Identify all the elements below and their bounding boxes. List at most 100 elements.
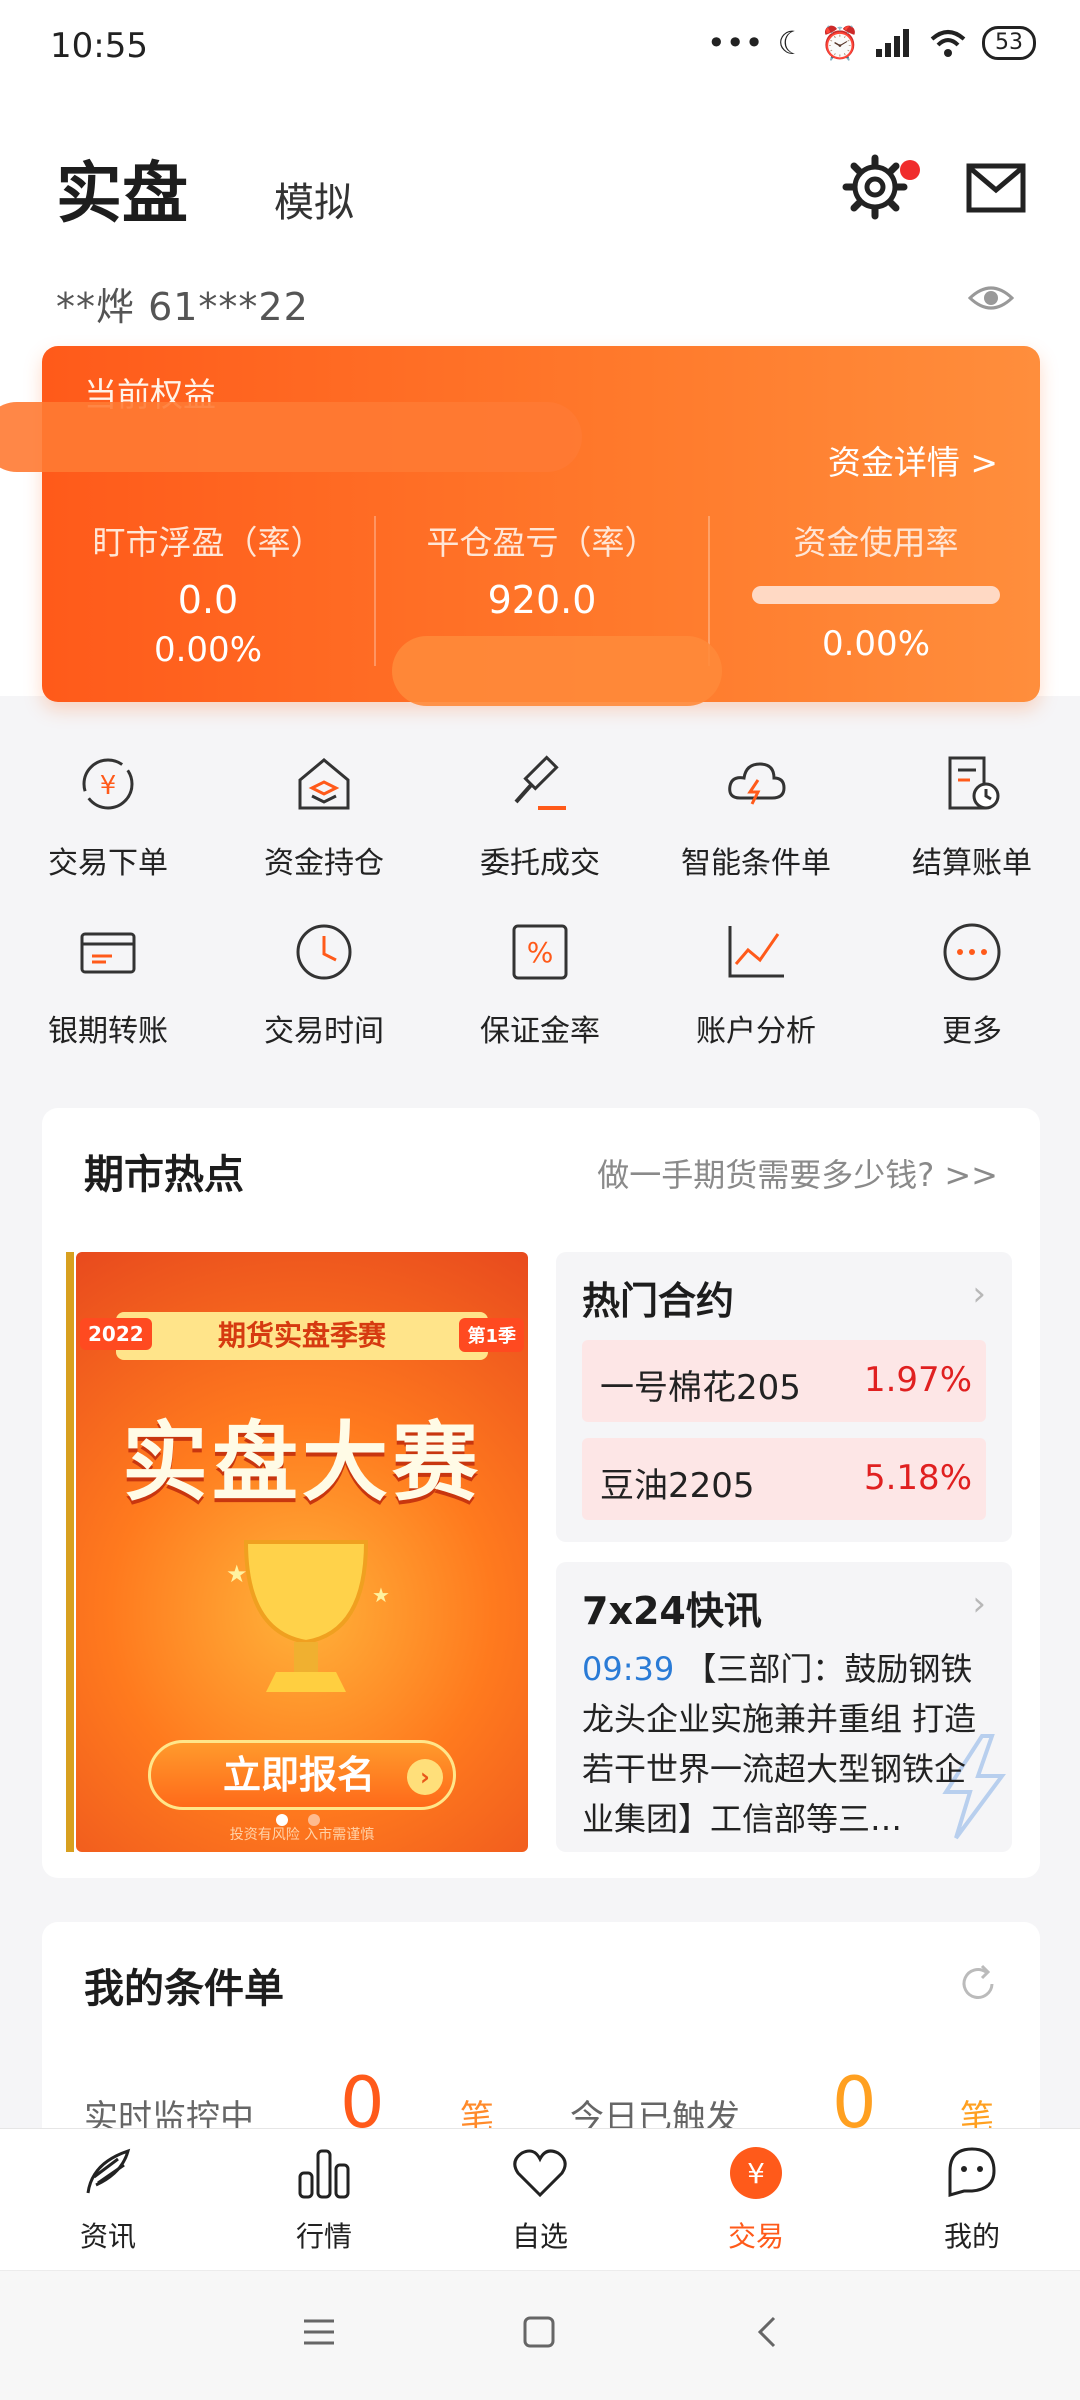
shortcut-more[interactable]: 更多 [864,920,1080,1050]
banner-season-badge: 第1季 [459,1318,524,1352]
bill-clock-icon [948,756,1000,810]
shortcut-label: 更多 [942,1014,1002,1049]
shortcut-label: 交易时间 [264,1014,384,1049]
shortcut-label: 智能条件单 [681,846,831,881]
shortcut-settlement-bill[interactable]: 结算账单 [864,752,1080,882]
battery-indicator: 53 [982,26,1036,60]
banner-prev-edge [66,1252,74,1852]
banner-ribbon: 期货实盘季赛 [116,1312,488,1360]
shortcut-bank-transfer[interactable]: 银期转账 [0,920,216,1050]
close-pnl-value: 920.0 [487,578,597,622]
hot-contracts-title: 热门合约 [582,1279,735,1323]
conditions-title: 我的条件单 [84,1966,284,2012]
news-time: 09:39 [582,1650,675,1688]
refresh-icon[interactable] [956,1962,1000,2006]
nav-profile[interactable]: 我的 [864,2143,1080,2255]
register-label: 立即报名 [223,1753,376,1797]
more-icon [943,923,1001,981]
floating-pnl-rate: 0.00% [153,630,262,670]
shortcut-funds-positions[interactable]: 资金持仓 [216,752,432,882]
shortcut-label: 结算账单 [912,846,1032,881]
bar-chart-icon [298,2149,350,2199]
shortcut-label: 账户分析 [696,1014,816,1049]
percent-icon: % [512,924,568,980]
clock-icon [296,924,352,980]
contract-name: 豆油2205 [600,1466,755,1506]
redaction-scribble [0,402,582,472]
tab-simulated[interactable]: 模拟 [274,170,354,228]
contract-row[interactable]: 豆油2205 5.18% [582,1438,986,1520]
shortcut-label: 交易下单 [48,846,168,881]
redaction-scribble [392,636,722,706]
svg-text:★: ★ [372,1583,390,1607]
nav-label: 我的 [943,2220,1000,2253]
nav-news[interactable]: 资讯 [0,2143,216,2255]
my-conditions-section: 我的条件单 实时监控中 0 笔 今日已触发 0 笔 [42,1922,1040,2162]
nav-trade[interactable]: ¥ 交易 [648,2143,864,2255]
news-flash-body: 09:39 【三部门：鼓励钢铁龙头企业实施兼并重组 打造若干世界一流超大型钢铁企… [582,1644,982,1844]
shortcut-margin-rate[interactable]: % 保证金率 [432,920,648,1050]
home-square-icon[interactable] [522,2315,556,2349]
system-navigation-bar [0,2270,1080,2400]
house-coins-icon [298,758,350,810]
nav-watchlist[interactable]: 自选 [432,2143,648,2255]
gavel-icon [514,755,566,810]
status-time: 10:55 [50,26,148,66]
status-bar: 10:55 ••• ☾ ⏰ 53 [0,0,1080,96]
shortcut-orders-trades[interactable]: 委托成交 [432,752,648,882]
settings-gear-icon[interactable] [840,152,910,222]
svg-text:¥: ¥ [747,2157,765,2190]
contest-banner[interactable]: 期货实盘季赛 2022 第1季 实盘大赛 ★ ★ 立即报名 › 投资有风险 入市… [76,1252,528,1852]
fund-usage-rate: 0.00% [821,624,930,664]
menu-icon[interactable] [302,2315,336,2349]
fund-usage-bar [752,586,1000,604]
floating-pnl-value: 0.0 [177,578,239,622]
cloud-lightning-icon [728,762,786,805]
svg-text:★: ★ [226,1560,248,1588]
nav-label: 资讯 [79,2220,136,2253]
tab-real-trading[interactable]: 实盘 [56,140,188,236]
banner-year-badge: 2022 [80,1318,152,1350]
more-dots-icon: ••• [706,24,764,62]
close-pnl-column: 平仓盈亏（率） 920.0 [376,516,708,622]
mail-icon[interactable] [966,160,1026,216]
contract-row[interactable]: 一号棉花205 1.97% [582,1340,986,1422]
alarm-icon: ⏰ [820,24,860,62]
moon-icon: ☾ [777,24,807,62]
hot-contracts-card[interactable]: 热门合约 › 一号棉花205 1.97% 豆油2205 5.18% [556,1252,1012,1542]
shortcut-label: 资金持仓 [264,846,384,881]
shortcut-place-order[interactable]: ¥ 交易下单 [0,752,216,882]
news-flash-title: 7x24快讯 [582,1589,762,1633]
news-flash-card[interactable]: 7x24快讯 › 09:39 【三部门：鼓励钢铁龙头企业实施兼并重组 打造若干世… [556,1562,1012,1852]
shortcut-label: 银期转账 [48,1014,168,1049]
bottom-navigation: 资讯 行情 自选 ¥ 交易 我的 [0,2128,1080,2270]
trophy-icon: ★ ★ [226,1540,390,1692]
contract-change: 1.97% [863,1360,972,1400]
contract-name: 一号棉花205 [600,1368,801,1408]
shortcut-trading-hours[interactable]: 交易时间 [216,920,432,1050]
chevron-right-icon[interactable]: › [972,1274,986,1314]
register-now-button[interactable]: 立即报名 › [148,1740,456,1810]
eye-visibility-icon[interactable] [968,278,1014,318]
account-id: **烨 61***22 [56,285,309,329]
wifi-icon [930,30,966,57]
nav-market[interactable]: 行情 [216,2143,432,2255]
svg-text:%: % [527,936,554,969]
yuan-cycle-icon: ¥ [82,758,134,810]
feather-news-icon [86,2148,131,2194]
banner-title: 实盘大赛 [122,1413,482,1513]
floating-pnl-label: 盯市浮盈（率） [92,523,324,562]
signal-icon [876,29,909,57]
contract-change: 5.18% [863,1458,972,1498]
shortcut-smart-conditions[interactable]: 智能条件单 [648,752,864,882]
hotspots-title: 期市热点 [84,1152,244,1198]
notification-dot [900,160,920,180]
fund-details-link[interactable]: 资金详情 > [828,436,998,484]
futures-cost-link[interactable]: 做一手期货需要多少钱? >> [597,1150,998,1196]
back-icon[interactable] [752,2315,786,2349]
shortcut-label: 委托成交 [480,846,600,881]
yuan-circle-icon: ¥ [730,2147,782,2199]
ghost-profile-icon [948,2147,996,2197]
chevron-right-icon[interactable]: › [972,1584,986,1624]
shortcut-account-analysis[interactable]: 账户分析 [648,920,864,1050]
